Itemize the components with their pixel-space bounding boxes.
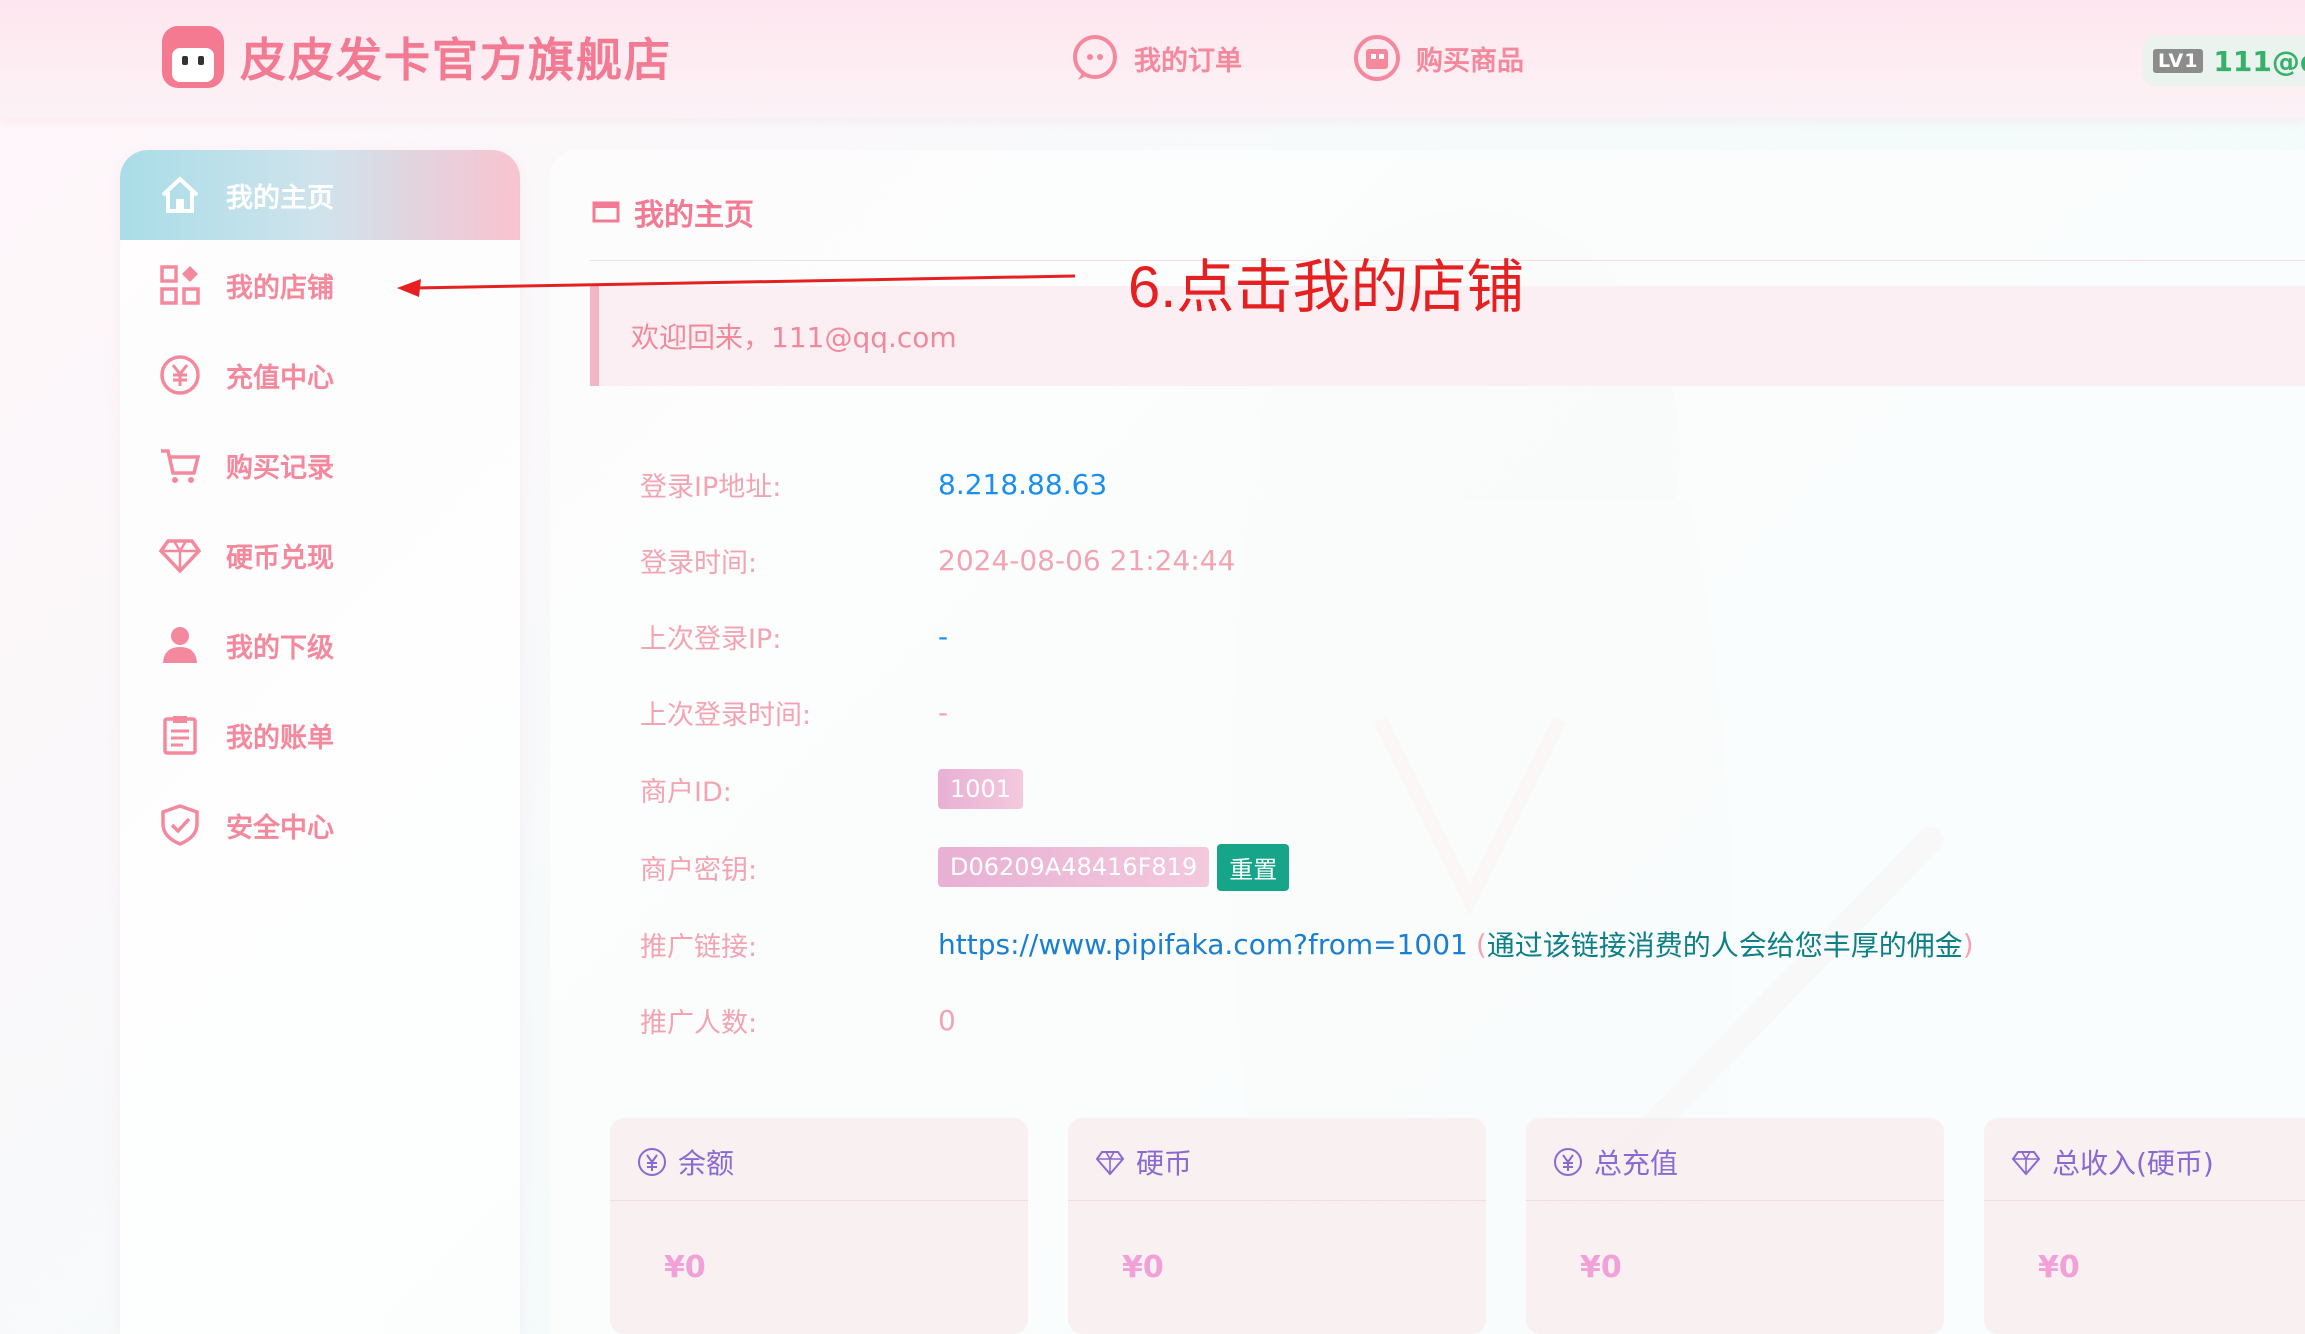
yen-circle-icon bbox=[158, 353, 202, 397]
yen-circle-icon bbox=[1554, 1148, 1582, 1176]
stat-title-text: 硬币 bbox=[1136, 1147, 1193, 1180]
shopping-bag-icon bbox=[1354, 35, 1400, 81]
info-label: 上次登录IP: bbox=[640, 623, 782, 655]
info-label: 推广链接: bbox=[640, 931, 758, 963]
promo-note: 通过该链接消费的人会给您丰厚的佣金 bbox=[1486, 929, 1963, 962]
stat-title: 硬币 bbox=[1094, 1142, 1192, 1182]
promo-link[interactable]: https://www.pipifaka.com?from=1001 bbox=[938, 928, 1468, 961]
stat-value: ¥0 bbox=[1580, 1250, 1622, 1285]
stat-value: ¥0 bbox=[664, 1250, 706, 1285]
diamond-icon bbox=[1095, 1151, 1125, 1176]
person-icon bbox=[158, 623, 202, 667]
stat-title: 总收入(硬币) bbox=[2010, 1142, 2214, 1182]
stat-title-text: 余额 bbox=[678, 1147, 735, 1180]
merchant-key-badge: D06209A48416F819 bbox=[938, 847, 1210, 887]
page-title: 我的主页 bbox=[592, 190, 754, 234]
promo-link-wrap: https://www.pipifaka.com?from=1001 ( 通过该… bbox=[938, 924, 1974, 964]
level-badge: LV1 bbox=[2153, 49, 2204, 73]
divider bbox=[1526, 1200, 1944, 1201]
divider bbox=[1068, 1200, 1486, 1201]
info-label: 上次登录时间: bbox=[640, 699, 812, 731]
sidebar-item-label: 我的主页 bbox=[226, 182, 334, 214]
login-time-value: 2024-08-06 21:24:44 bbox=[938, 543, 1236, 577]
reset-key-button[interactable]: 重置 bbox=[1217, 843, 1290, 891]
user-menu[interactable]: LV1 111@qq bbox=[2143, 36, 2305, 86]
stat-card-coins: 硬币 ¥0 bbox=[1068, 1118, 1486, 1334]
yen-circle-icon bbox=[638, 1148, 666, 1176]
annotation-text: 6.点击我的店铺 bbox=[1128, 255, 1525, 320]
sidebar-item-label: 我的账单 bbox=[226, 722, 334, 754]
info-label: 商户密钥: bbox=[640, 854, 758, 886]
merchant-key-wrap: D06209A48416F819 重置 bbox=[938, 843, 1290, 891]
divider bbox=[610, 1200, 1028, 1201]
nav-buy-products[interactable]: 购买商品 bbox=[1352, 32, 1524, 84]
top-navbar: 皮皮发卡官方旗舰店 我的订单 购买商品 LV1 111@qq bbox=[0, 0, 2305, 118]
promo-count-value: 0 bbox=[938, 1003, 956, 1037]
logo-icon[interactable] bbox=[160, 24, 226, 90]
stat-value: ¥0 bbox=[1122, 1250, 1164, 1285]
cart-icon bbox=[158, 443, 202, 487]
stat-value: ¥0 bbox=[2038, 1250, 2080, 1285]
stat-card-total-recharge: 总充值 ¥0 bbox=[1526, 1118, 1944, 1334]
merchant-id-badge: 1001 bbox=[938, 769, 1024, 809]
window-icon bbox=[592, 201, 620, 223]
grid-apps-icon bbox=[158, 263, 202, 307]
paren-open: ( bbox=[1475, 927, 1487, 961]
sidebar-item-coin-exchange[interactable]: 硬币兑现 bbox=[120, 510, 520, 600]
sidebar-item-purchase-records[interactable]: 购买记录 bbox=[120, 420, 520, 510]
nav-buy-products-label: 购买商品 bbox=[1416, 45, 1524, 77]
sidebar: 我的主页 我的店铺 充值中心 购买记录 硬币兑现 我的下级 我的账单 安全中心 bbox=[120, 150, 520, 1334]
sidebar-item-subordinates[interactable]: 我的下级 bbox=[120, 600, 520, 690]
stat-card-balance: 余额 ¥0 bbox=[610, 1118, 1028, 1334]
user-name: 111@qq bbox=[2213, 44, 2305, 78]
sidebar-item-label: 安全中心 bbox=[226, 812, 334, 844]
stat-title-text: 总收入(硬币) bbox=[2052, 1147, 2214, 1180]
stat-title: 余额 bbox=[636, 1142, 734, 1182]
last-time-value: - bbox=[938, 695, 949, 729]
info-label: 推广人数: bbox=[640, 1007, 758, 1039]
paren-close: ) bbox=[1962, 927, 1974, 961]
sidebar-item-label: 充值中心 bbox=[226, 362, 334, 394]
login-ip-value: 8.218.88.63 bbox=[938, 467, 1108, 501]
clipboard-icon bbox=[158, 713, 202, 757]
stat-card-total-income: 总收入(硬币) ¥0 bbox=[1984, 1118, 2305, 1334]
annotation-arrow bbox=[397, 274, 1076, 297]
sidebar-item-label: 硬币兑现 bbox=[226, 542, 334, 574]
last-ip-value: - bbox=[938, 619, 949, 653]
sidebar-item-my-bills[interactable]: 我的账单 bbox=[120, 690, 520, 780]
info-label: 商户ID: bbox=[640, 776, 732, 808]
diamond-icon bbox=[158, 533, 202, 577]
nav-my-orders-label: 我的订单 bbox=[1134, 45, 1242, 77]
divider bbox=[1984, 1200, 2305, 1201]
info-label: 登录IP地址: bbox=[640, 471, 782, 503]
page-title-text: 我的主页 bbox=[634, 198, 754, 233]
diamond-icon bbox=[2011, 1151, 2041, 1176]
merchant-id-wrap: 1001 bbox=[938, 769, 1024, 809]
sidebar-item-label: 我的店铺 bbox=[226, 272, 334, 304]
sidebar-item-home[interactable]: 我的主页 bbox=[120, 150, 520, 240]
site-title[interactable]: 皮皮发卡官方旗舰店 bbox=[240, 24, 672, 90]
stat-title-text: 总充值 bbox=[1594, 1147, 1679, 1180]
shield-check-icon bbox=[158, 803, 202, 847]
info-label: 登录时间: bbox=[640, 547, 758, 579]
home-icon bbox=[158, 173, 202, 217]
nav-my-orders[interactable]: 我的订单 bbox=[1070, 32, 1242, 84]
chat-bubble-icon bbox=[1073, 35, 1117, 80]
sidebar-item-label: 我的下级 bbox=[226, 632, 334, 664]
sidebar-item-recharge[interactable]: 充值中心 bbox=[120, 330, 520, 420]
stat-title: 总充值 bbox=[1552, 1142, 1678, 1182]
sidebar-item-security[interactable]: 安全中心 bbox=[120, 780, 520, 870]
sidebar-item-label: 购买记录 bbox=[226, 452, 334, 484]
